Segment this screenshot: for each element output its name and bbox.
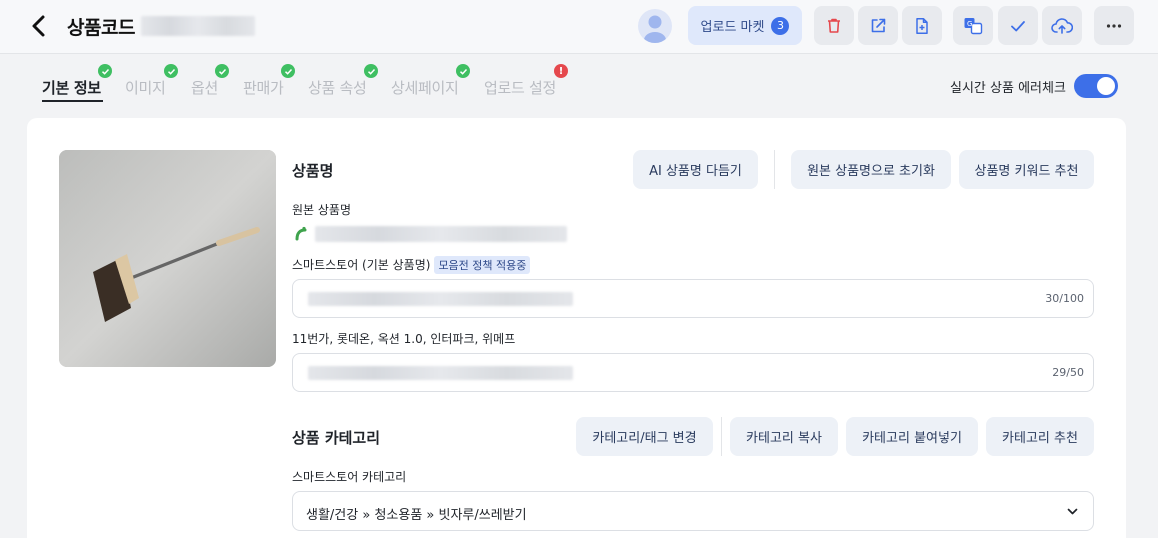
tab-basic-info-check-icon [98,64,112,78]
smartstore-category-select[interactable]: 생활/건강 » 청소용품 » 빗자루/쓰레받기 [292,491,1094,531]
copy-category-button[interactable]: 카테고리 복사 [730,417,838,456]
smartstore-name-input[interactable]: 30/100 [292,279,1094,318]
avatar[interactable] [638,9,672,43]
page-title: 상품코드 [67,17,135,39]
smartstore-name-counter: 30/100 [1045,292,1084,305]
tab-images[interactable]: 이미지 [125,77,166,98]
tab-attributes-check-icon [364,64,378,78]
smartstore-name-label: 스마트스토어 (기본 상품명) 모음전 정책 적용중 [292,256,531,274]
more-button[interactable] [1094,6,1134,45]
ai-refine-name-button[interactable]: AI 상품명 다듬기 [633,150,758,189]
product-code-redacted [141,16,255,36]
category-button-divider [721,417,722,456]
svg-text:G: G [967,20,972,28]
other-markets-name-redacted [308,366,573,380]
top-header: 상품코드 업로드 마켓 3 G [0,0,1158,54]
upload-market-label: 업로드 마켓 [700,20,765,35]
cloud-upload-icon [1051,17,1073,34]
broom-photo [59,150,276,367]
translate-icon: G [964,17,983,34]
smartstore-category-label: 스마트스토어 카테고리 [292,470,407,484]
tab-upload-settings[interactable]: 업로드 설정 [484,77,556,98]
file-add-icon [916,17,928,34]
delete-button[interactable] [814,6,854,45]
policy-applied-badge: 모음전 정책 적용중 [434,256,531,274]
upload-market-button[interactable]: 업로드 마켓 3 [688,6,802,45]
other-markets-name-label: 11번가, 롯데온, 옥션 1.0, 인터파크, 위메프 [292,332,516,346]
product-name-title: 상품명 [292,162,334,180]
active-tab-underline [42,100,103,102]
translate-button[interactable]: G [953,6,993,45]
reset-original-name-button[interactable]: 원본 상품명으로 초기화 [791,150,951,189]
original-name-redacted [315,226,567,242]
tab-basic-info[interactable]: 기본 정보 [42,77,101,98]
more-icon [1106,23,1122,28]
tab-price-check-icon [281,64,295,78]
tab-attributes[interactable]: 상품 속성 [308,77,367,98]
cloud-upload-button[interactable] [1042,6,1082,45]
smartstore-name-redacted [308,292,573,306]
other-markets-name-input[interactable]: 29/50 [292,353,1094,392]
toggle-knob [1097,77,1115,95]
tab-detail-page-check-icon [456,64,470,78]
tab-upload-settings-error-icon: ! [554,64,568,78]
open-external-button[interactable] [858,6,898,45]
check-icon [1011,20,1025,31]
button-divider [774,150,775,189]
original-name-label: 원본 상품명 [292,203,352,217]
upload-market-count-badge: 3 [771,16,790,35]
realtime-check-toggle[interactable] [1074,74,1118,98]
product-category-title: 상품 카테고리 [292,429,381,447]
trash-icon [828,18,840,33]
realtime-check-label: 실시간 상품 에러체크 [950,81,1066,96]
smartstore-name-label-text: 스마트스토어 (기본 상품명) [292,258,431,272]
user-icon [644,15,666,43]
source-market-icon [295,226,307,241]
copy-product-button[interactable] [902,6,942,45]
change-category-button[interactable]: 카테고리/태그 변경 [576,417,713,456]
tab-options[interactable]: 옵션 [191,77,218,98]
external-link-icon [871,18,886,32]
recommend-category-button[interactable]: 카테고리 추천 [986,417,1094,456]
other-markets-name-counter: 29/50 [1052,366,1084,379]
back-button[interactable] [26,13,52,39]
product-image[interactable] [59,150,276,367]
chevron-left-icon [32,15,45,37]
selected-category: 생활/건강 » 청소용품 » 빗자루/쓰레받기 [306,508,527,523]
chevron-down-icon [1067,508,1078,515]
name-keyword-recommend-button[interactable]: 상품명 키워드 추천 [959,150,1094,189]
confirm-button[interactable] [998,6,1038,45]
tab-price[interactable]: 판매가 [243,77,284,98]
paste-category-button[interactable]: 카테고리 붙여넣기 [846,417,978,456]
tab-detail-page[interactable]: 상세페이지 [391,77,459,98]
tab-options-check-icon [215,64,229,78]
tab-images-check-icon [164,64,178,78]
